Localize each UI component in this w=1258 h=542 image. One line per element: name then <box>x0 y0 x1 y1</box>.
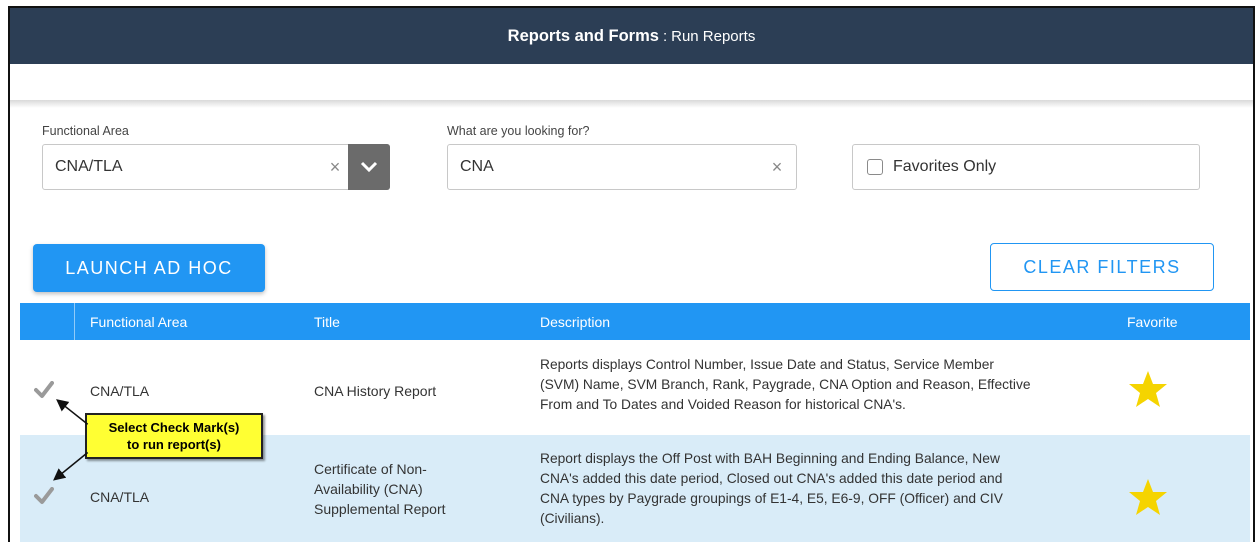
row-description: Report displays the Off Post with BAH Be… <box>540 449 1105 529</box>
app-frame: Reports and Forms : Run Reports Function… <box>8 6 1255 542</box>
callout-line: to run report(s) <box>127 437 221 452</box>
table-header: Functional Area Title Description Favori… <box>20 303 1250 340</box>
chevron-down-icon <box>360 161 378 173</box>
checkmark-icon[interactable] <box>34 381 54 399</box>
row-title: Certificate of Non- Availability (CNA) S… <box>314 459 446 519</box>
title-line: Availability (CNA) <box>314 481 423 497</box>
checkmark-icon[interactable] <box>34 487 54 505</box>
row-title: CNA History Report <box>314 383 437 399</box>
page-subtitle: Run Reports <box>671 27 756 45</box>
launch-ad-hoc-button[interactable]: LAUNCH AD HOC <box>33 244 265 292</box>
functional-area-label: Functional Area <box>42 124 129 138</box>
column-header-description[interactable]: Description <box>540 314 610 330</box>
description-line: (SVM) Name, SVM Branch, Rank, Paygrade, … <box>540 377 1031 392</box>
dropdown-button[interactable] <box>348 144 390 190</box>
instruction-callout: Select Check Mark(s) to run report(s) <box>85 413 263 459</box>
column-header-title[interactable]: Title <box>314 314 340 330</box>
title-line: Supplemental Report <box>314 501 446 517</box>
toolbar-divider <box>10 100 1253 108</box>
favorite-star-icon[interactable] <box>1128 370 1168 408</box>
favorites-only-label: Favorites Only <box>893 158 997 175</box>
search-label: What are you looking for? <box>447 124 590 138</box>
title-line: Certificate of Non- <box>314 461 427 477</box>
description-line: Report displays the Off Post with BAH Be… <box>540 451 1000 466</box>
description-line: CNA types by Paygrade groupings of E1-4,… <box>540 491 1003 506</box>
row-description: Reports displays Control Number, Issue D… <box>540 355 1105 415</box>
description-line: Reports displays Control Number, Issue D… <box>540 357 994 372</box>
search-input[interactable]: CNA × <box>447 144 797 190</box>
functional-area-select[interactable]: CNA/TLA × <box>42 144 390 190</box>
column-header-favorite[interactable]: Favorite <box>1127 314 1178 330</box>
description-line: From and To Dates and Voided Reason for … <box>540 397 906 412</box>
clear-functional-area-icon[interactable]: × <box>322 157 348 178</box>
clear-search-icon[interactable]: × <box>764 157 790 178</box>
favorites-only-filter[interactable]: Favorites Only <box>852 144 1200 190</box>
title-separator: : <box>662 27 668 45</box>
callout-line: Select Check Mark(s) <box>108 420 240 435</box>
page-title: Reports and Forms <box>507 26 659 45</box>
description-line: CNA's added this date period, Closed out… <box>540 471 1003 486</box>
functional-area-value: CNA/TLA <box>55 158 123 175</box>
row-functional-area: CNA/TLA <box>90 489 150 505</box>
header-divider <box>74 303 75 340</box>
row-functional-area: CNA/TLA <box>90 383 150 399</box>
search-value: CNA <box>460 158 494 175</box>
favorite-star-icon[interactable] <box>1128 478 1168 516</box>
clear-filters-button[interactable]: CLEAR FILTERS <box>990 243 1214 291</box>
favorites-only-checkbox[interactable] <box>867 159 883 175</box>
page-header: Reports and Forms : Run Reports <box>10 8 1253 64</box>
description-line: (Civilians). <box>540 511 605 526</box>
column-header-functional-area[interactable]: Functional Area <box>90 314 187 330</box>
